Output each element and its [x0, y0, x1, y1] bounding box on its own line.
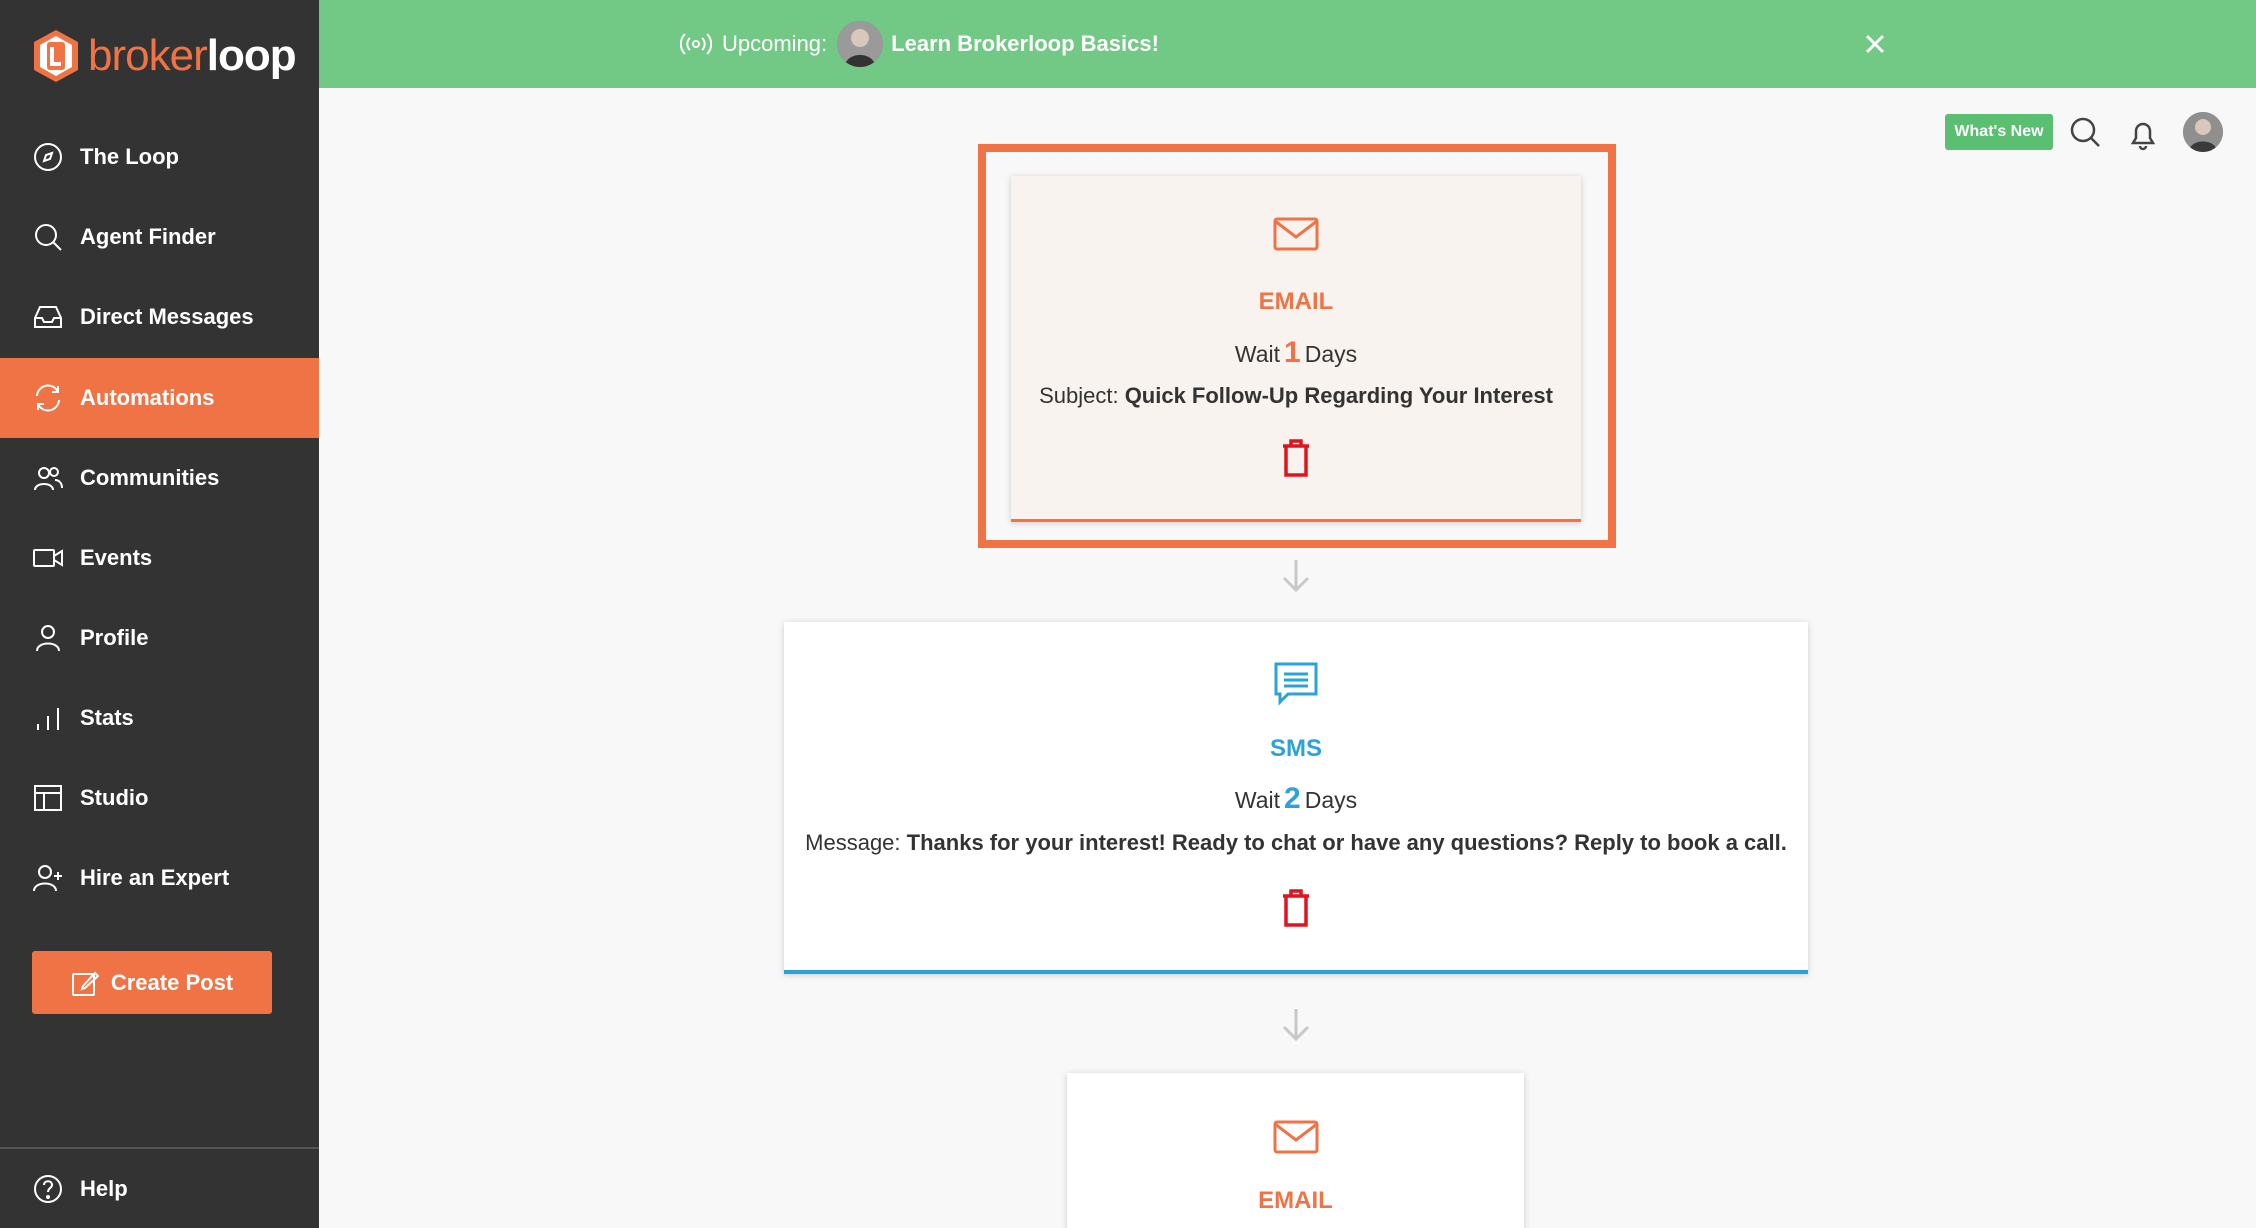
chat-icon — [1274, 662, 1318, 706]
sidebar-item-the-loop[interactable]: The Loop — [0, 117, 319, 197]
sidebar-item-stats[interactable]: Stats — [0, 678, 319, 758]
sidebar-item-label: Communities — [80, 465, 220, 490]
upcoming-banner: Upcoming: Learn Brokerloop Basics! — [319, 0, 2256, 88]
banner-title: Learn Brokerloop Basics! — [891, 31, 1159, 56]
message-label: Message: — [805, 830, 901, 855]
sidebar-item-label: Events — [80, 545, 153, 570]
sidebar-item-agent-finder[interactable]: Agent Finder — [0, 197, 319, 277]
sidebar-item-label: Agent Finder — [80, 224, 216, 249]
subject-label: Subject: — [1039, 383, 1119, 408]
logo-wordmark: brokerloop — [88, 31, 297, 80]
step-type: EMAIL — [1258, 1187, 1333, 1214]
arrow-down-icon — [1282, 560, 1310, 593]
automation-step-sms[interactable]: SMS Wait 2 Days Message: Thanks for your i… — [784, 622, 1808, 974]
wait-suffix: Days — [1304, 341, 1358, 367]
sidebar-item-label: The Loop — [80, 144, 179, 169]
user-avatar[interactable] — [2183, 112, 2223, 152]
search-icon — [32, 221, 64, 253]
bar-chart-icon — [32, 702, 64, 734]
message-value: Thanks for your interest! Ready to chat … — [906, 830, 1787, 855]
search-icon[interactable] — [2067, 114, 2103, 150]
create-post-label: Create Post — [110, 969, 234, 995]
sidebar-item-hire-an-expert[interactable]: Hire an Expert — [0, 838, 319, 918]
arrow-down-icon — [1282, 1009, 1310, 1042]
brokerloop-logo[interactable]: brokerloop — [32, 27, 297, 85]
users-icon — [32, 462, 64, 494]
help-icon — [32, 1173, 64, 1205]
sidebar-item-events[interactable]: Events — [0, 518, 319, 598]
compass-icon — [32, 141, 64, 173]
banner-prefix: Upcoming: — [722, 31, 828, 56]
close-icon[interactable] — [1857, 26, 1893, 62]
sidebar-item-automations[interactable]: Automations — [0, 358, 319, 438]
user-icon — [32, 622, 64, 654]
trash-icon[interactable] — [1278, 438, 1314, 478]
layout-icon — [32, 782, 64, 814]
edit-icon — [71, 971, 99, 996]
step-wait: Wait 1 Days — [1011, 336, 1581, 370]
help-label: Help — [80, 1175, 128, 1201]
sidebar-item-label: Direct Messages — [80, 304, 254, 329]
help-link[interactable]: Help — [0, 1149, 319, 1228]
mail-icon — [1273, 217, 1319, 251]
wait-suffix: Days — [1304, 787, 1358, 813]
video-icon — [32, 542, 64, 574]
wait-prefix: Wait — [1234, 787, 1281, 813]
user-plus-icon — [32, 862, 64, 894]
host-avatar — [837, 21, 884, 67]
wait-value: 2 — [1284, 782, 1301, 815]
sidebar-item-label: Hire an Expert — [80, 865, 230, 890]
step-type: EMAIL — [1258, 288, 1334, 315]
subject-value: Quick Follow-Up Regarding Your Interest — [1124, 383, 1553, 408]
whats-new-button[interactable]: What's New — [1945, 114, 2053, 150]
bell-icon[interactable] — [2125, 116, 2161, 152]
step-wait: Wait 2 Days — [784, 782, 1808, 816]
mail-icon — [1273, 1120, 1318, 1154]
sidebar-item-studio[interactable]: Studio — [0, 758, 319, 838]
sync-icon — [32, 382, 64, 414]
sidebar-item-label: Studio — [80, 785, 149, 810]
sidebar-item-label: Automations — [80, 385, 215, 410]
sidebar: brokerloop The Loop Agent Finder Direct … — [0, 0, 319, 1228]
create-post-button[interactable]: Create Post — [32, 951, 272, 1014]
wait-value: 1 — [1284, 336, 1301, 369]
automation-step-email[interactable]: EMAIL Wait 1 Days Subject: Quick Follow-Up… — [1011, 176, 1581, 522]
sidebar-item-label: Stats — [80, 705, 134, 730]
step-message: Message: Thanks for your interest! Ready… — [784, 830, 1808, 856]
trash-icon[interactable] — [1278, 888, 1314, 928]
banner-content[interactable]: Upcoming: Learn Brokerloop Basics! — [680, 0, 1159, 88]
automation-step-email[interactable]: EMAIL — [1067, 1073, 1524, 1228]
sidebar-item-label: Profile — [80, 625, 149, 650]
step-type: SMS — [1269, 735, 1322, 762]
sidebar-item-direct-messages[interactable]: Direct Messages — [0, 277, 319, 357]
logo-hex-icon — [34, 30, 78, 82]
sidebar-item-communities[interactable]: Communities — [0, 438, 319, 518]
wait-prefix: Wait — [1234, 341, 1281, 367]
step-subject: Subject: Quick Follow-Up Regarding Your … — [1011, 383, 1581, 409]
inbox-icon — [32, 301, 64, 333]
sidebar-item-profile[interactable]: Profile — [0, 598, 319, 678]
broadcast-icon — [680, 33, 712, 55]
